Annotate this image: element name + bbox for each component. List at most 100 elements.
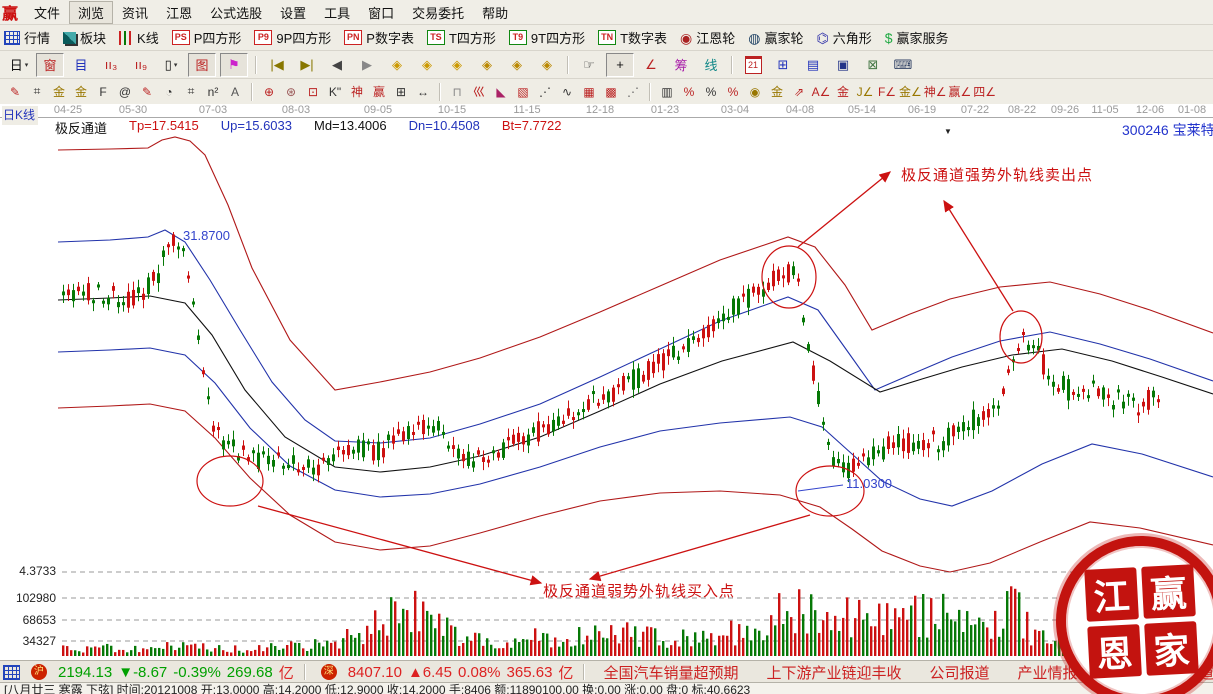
grid-123[interactable]: ⊞: [391, 82, 411, 101]
gold-underline[interactable]: 金: [767, 82, 787, 101]
f-ruler[interactable]: F: [93, 82, 113, 101]
info-panel[interactable]: 目: [68, 54, 94, 76]
red-grid-a[interactable]: ▦: [579, 82, 599, 101]
menu-7[interactable]: 窗口: [359, 1, 403, 24]
gann-diamond-2[interactable]: ◈: [414, 54, 440, 76]
period-day[interactable]: 日▾: [6, 54, 32, 76]
chart-pattern[interactable]: 图: [188, 53, 216, 77]
brush[interactable]: ✎: [5, 82, 25, 101]
calendar[interactable]: 21: [740, 54, 766, 76]
gann-diamond-5[interactable]: ◈: [504, 54, 530, 76]
n-square[interactable]: n²: [203, 82, 223, 101]
menu-6[interactable]: 工具: [315, 1, 359, 24]
menu-1[interactable]: 浏览: [69, 1, 113, 24]
last-page[interactable]: ▶|: [294, 54, 320, 76]
fan-rays[interactable]: 巛: [469, 82, 489, 101]
ruler-plain[interactable]: ⌗: [181, 82, 201, 101]
ying-gauge[interactable]: 赢: [369, 82, 389, 101]
ticker-item-0[interactable]: 全国汽车销量超预期: [603, 662, 738, 683]
red-brush[interactable]: ✎: [137, 82, 157, 101]
app-sectors[interactable]: 板块: [63, 28, 106, 47]
prev-bar[interactable]: ◀: [324, 54, 350, 76]
percent-red[interactable]: %: [679, 82, 699, 101]
gold-ruler-a[interactable]: 金: [49, 82, 69, 101]
first-page[interactable]: |◀: [264, 54, 290, 76]
menu-9[interactable]: 帮助: [473, 1, 517, 24]
app-t-square[interactable]: TST四方形: [427, 28, 496, 47]
ruler-grid[interactable]: ⌗: [27, 82, 47, 101]
app-9t-square[interactable]: T99T四方形: [509, 28, 585, 47]
bars-3[interactable]: ıı₃: [98, 54, 124, 76]
chevron-down-icon[interactable]: ▼: [944, 127, 952, 136]
si-angle[interactable]: 四∠: [973, 82, 996, 101]
parallels[interactable]: ⋰: [623, 82, 643, 101]
ying-angle[interactable]: 赢∠: [949, 82, 972, 101]
gold-angle[interactable]: 金∠: [899, 82, 922, 101]
ticker-item-2[interactable]: 公司报道: [929, 662, 989, 683]
j-angle[interactable]: J∠: [855, 82, 875, 101]
target-circle[interactable]: ⊕: [259, 82, 279, 101]
pattern-window[interactable]: 窗: [36, 53, 64, 77]
notes[interactable]: ▤: [800, 54, 826, 76]
spiral[interactable]: @: [115, 82, 135, 101]
flag-marker[interactable]: ⚑: [220, 53, 248, 77]
fan-box[interactable]: ◣: [491, 82, 511, 101]
fan-grid[interactable]: ▧: [513, 82, 533, 101]
sh-index-quote[interactable]: 沪 2194.13 ▼-8.67 -0.39% 269.68亿: [26, 662, 294, 683]
app-winner-service[interactable]: $赢家服务: [885, 28, 949, 47]
wave-tool[interactable]: 线: [698, 54, 724, 76]
menu-5[interactable]: 设置: [271, 1, 315, 24]
stock-code-label[interactable]: 300246 宝莱特: [1122, 120, 1213, 140]
frame-tool[interactable]: ⊓: [447, 82, 467, 101]
app-gann-wheel[interactable]: ◉江恩轮: [680, 28, 735, 47]
tools-export[interactable]: ⊠: [860, 54, 886, 76]
sz-index-quote[interactable]: 深 8407.10 ▲6.45 0.08% 365.63亿: [316, 662, 574, 683]
app-9p-square[interactable]: P99P四方形: [254, 28, 331, 47]
next-bar[interactable]: ▶: [354, 54, 380, 76]
app-winner-wheel[interactable]: ◍赢家轮: [748, 28, 803, 47]
gann-diamond-4[interactable]: ◈: [474, 54, 500, 76]
circle-gauge[interactable]: ◔: [159, 82, 179, 101]
shen-gauge[interactable]: 神: [347, 82, 367, 101]
save[interactable]: ▣: [830, 54, 856, 76]
gann-diamond-3[interactable]: ◈: [444, 54, 470, 76]
text-note[interactable]: A: [225, 82, 245, 101]
k-double[interactable]: K": [325, 82, 345, 101]
quotes-grid-icon[interactable]: [3, 665, 20, 680]
menu-8[interactable]: 交易委托: [403, 1, 473, 24]
gold-ruler-b[interactable]: 金: [71, 82, 91, 101]
menu-3[interactable]: 江恩: [157, 1, 201, 24]
calculator[interactable]: ⊞: [770, 54, 796, 76]
percent-line[interactable]: %: [723, 82, 743, 101]
candle-style[interactable]: ▯▾: [158, 54, 184, 76]
workstation[interactable]: ⌨: [890, 54, 916, 76]
app-hexagon[interactable]: ⌬六角形: [817, 28, 872, 47]
grid-circle[interactable]: ⊡: [303, 82, 323, 101]
gann-diamond-1[interactable]: ◈: [384, 54, 410, 76]
chips-tool[interactable]: 筹: [668, 54, 694, 76]
price-scale[interactable]: ▥: [657, 82, 677, 101]
ticker-item-1[interactable]: 上下游产业链迎丰收: [766, 662, 901, 683]
crosshair-tool[interactable]: +: [606, 53, 634, 77]
star-circle[interactable]: ⊛: [281, 82, 301, 101]
app-quotes[interactable]: 行情: [4, 28, 50, 47]
width-measure[interactable]: ↔: [413, 82, 433, 101]
f-angle[interactable]: F∠: [877, 82, 897, 101]
gann-diamond-6[interactable]: ◈: [534, 54, 560, 76]
percent-plain[interactable]: %: [701, 82, 721, 101]
gold-box[interactable]: 金: [833, 82, 853, 101]
menu-2[interactable]: 资讯: [113, 1, 157, 24]
red-grid-b[interactable]: ▩: [601, 82, 621, 101]
menu-0[interactable]: 文件: [25, 1, 69, 24]
app-p-table[interactable]: PNP数字表: [344, 28, 414, 47]
chart-canvas[interactable]: [0, 104, 1213, 660]
gold-circle[interactable]: ◉: [745, 82, 765, 101]
menu-4[interactable]: 公式选股: [201, 1, 271, 24]
app-kline[interactable]: K线: [119, 28, 159, 47]
app-t-table[interactable]: TNT数字表: [598, 28, 667, 47]
a-angle[interactable]: A∠: [811, 82, 831, 101]
shen-angle[interactable]: 神∠: [924, 82, 947, 101]
bars-9[interactable]: ıı₉: [128, 54, 154, 76]
wave-v[interactable]: ∿: [557, 82, 577, 101]
hand-tool[interactable]: ☞: [576, 54, 602, 76]
